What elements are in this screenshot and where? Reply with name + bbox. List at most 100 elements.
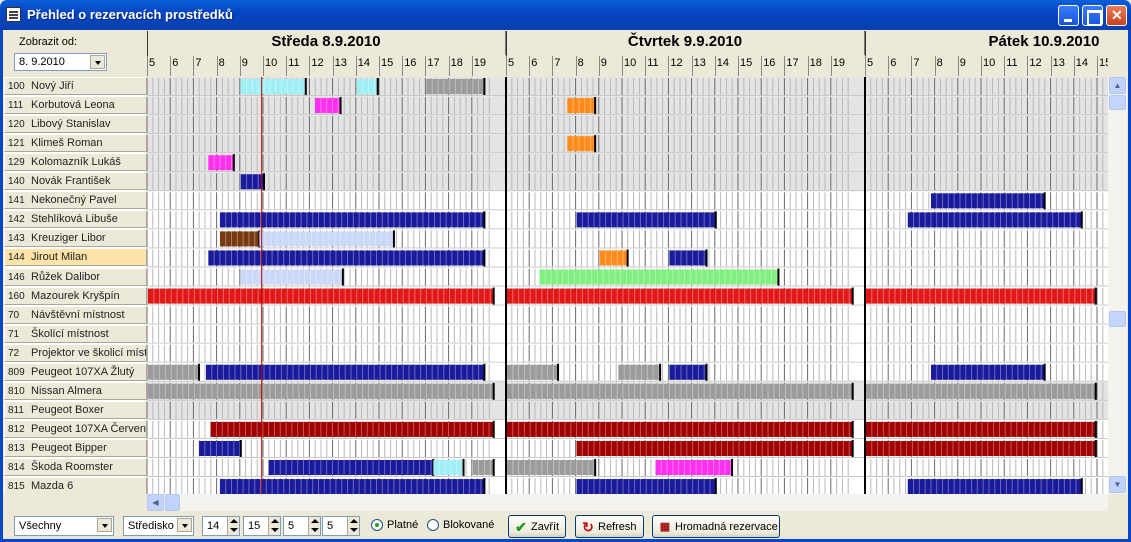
hour-label: 15 xyxy=(740,57,753,69)
resource-row-160[interactable]: 160 Mazourek Kryšpín xyxy=(4,286,147,305)
hour-label: 10 xyxy=(624,57,637,69)
minimize-button[interactable] xyxy=(1058,5,1079,26)
resource-number: 811 xyxy=(8,404,24,416)
resource-name: Růžek Dalibor xyxy=(31,270,101,283)
reservation-bar xyxy=(148,364,200,380)
resource-number: 111 xyxy=(8,100,24,112)
reservation-bar xyxy=(240,79,306,95)
resource-name: Novák František xyxy=(31,175,111,188)
reservation-bar xyxy=(507,364,559,380)
scroll-down-icon[interactable]: ▼ xyxy=(1109,476,1126,493)
resource-name: Peugeot Bipper xyxy=(31,441,107,454)
hour-tick xyxy=(911,56,913,76)
hour-tick xyxy=(738,56,739,76)
hour-tick xyxy=(668,56,670,76)
window-title: Přehled o rezervacích prostředků xyxy=(27,7,233,22)
hour-label: 15 xyxy=(381,57,394,69)
hour-tick xyxy=(784,56,786,76)
reservation-bar xyxy=(576,440,853,456)
resource-number: 121 xyxy=(8,138,25,150)
resource-name: Návštěvní místnost xyxy=(31,308,125,321)
hour-tick xyxy=(598,56,600,76)
hour-label: 11 xyxy=(288,57,300,69)
maximize-button[interactable] xyxy=(1082,5,1103,26)
resource-row-141[interactable]: 141 Nekonečný Pavel xyxy=(4,191,147,210)
resource-row-809[interactable]: 809 Peugeot 107XA Žlutý xyxy=(4,362,147,381)
hour-tick xyxy=(1073,56,1075,76)
resource-row-71[interactable]: 71 Školící místnost xyxy=(4,324,147,343)
timeline-plot[interactable] xyxy=(147,77,1108,494)
hour-label: 14 xyxy=(716,57,730,69)
resource-number: 72 xyxy=(8,347,20,359)
hour-label: 10 xyxy=(983,57,996,69)
scroll-up-icon[interactable]: ▲ xyxy=(1109,77,1126,94)
reservation-bar xyxy=(433,460,464,476)
chevron-down-icon[interactable] xyxy=(90,55,105,69)
resource-row-146[interactable]: 146 Růžek Dalibor xyxy=(4,267,147,286)
resource-number: 71 xyxy=(8,328,20,340)
hour-tick xyxy=(239,56,241,76)
resource-row-70[interactable]: 70 Návštěvní místnost xyxy=(4,305,147,324)
resource-name: Kolomazník Lukáš xyxy=(31,156,121,169)
hour-tick xyxy=(830,56,832,76)
resource-row-140[interactable]: 140 Novák František xyxy=(4,172,147,191)
hour-tick xyxy=(471,56,473,76)
vertical-scroll-thumb-2[interactable] xyxy=(1109,311,1126,327)
hour-tick xyxy=(193,56,195,76)
close-window-button[interactable] xyxy=(1106,5,1127,26)
resource-row-811[interactable]: 811 Peugeot Boxer xyxy=(4,400,147,419)
hour-label: 18 xyxy=(450,57,463,69)
resource-row-121[interactable]: 121 Klimeš Roman xyxy=(4,134,147,153)
reservation-bar xyxy=(219,212,485,228)
resource-row-810[interactable]: 810 Nissan Almera xyxy=(4,381,147,400)
hour-tick xyxy=(645,56,647,76)
hour-tick xyxy=(216,56,218,76)
resource-row-812[interactable]: 812 Peugeot 107XA Červený xyxy=(4,419,147,438)
hour-tick xyxy=(379,56,380,76)
hour-label: 14 xyxy=(357,57,371,69)
resource-number: 144 xyxy=(8,252,25,264)
resource-name: Mazda 6 xyxy=(31,480,74,493)
resource-row-111[interactable]: 111 Korbutová Leona xyxy=(4,96,147,115)
resource-name: Peugeot 107XA Červený xyxy=(31,422,147,435)
reservation-grid: 100 Nový Jiří 111 Korbutová Leona 120 Libový … xyxy=(4,77,1108,494)
hour-label: 15 xyxy=(1099,57,1108,69)
resource-number: 146 xyxy=(8,271,25,283)
hour-label: 19 xyxy=(832,57,846,69)
hour-label: 6 xyxy=(890,57,897,69)
resource-number: 129 xyxy=(8,157,25,169)
hour-tick xyxy=(1004,56,1006,76)
hour-tick xyxy=(332,56,334,76)
resource-row-72[interactable]: 72 Projektor ve školicí místnosti xyxy=(4,343,147,362)
date-filter-select[interactable]: 8. 9.2010 xyxy=(14,53,107,71)
resource-row-129[interactable]: 129 Kolomazník Lukáš xyxy=(4,153,147,172)
resource-row-815[interactable]: 815 Mazda 6 xyxy=(4,477,147,494)
vertical-scroll-thumb[interactable] xyxy=(1109,95,1126,110)
hour-tick xyxy=(402,56,404,76)
hour-label: 8 xyxy=(936,57,943,69)
hour-label: 5 xyxy=(508,57,515,69)
hour-label: 7 xyxy=(195,57,202,69)
resource-name: Nový Jiří xyxy=(31,80,74,92)
resource-number: 813 xyxy=(8,442,25,454)
hour-label: 12 xyxy=(311,57,324,69)
resource-row-814[interactable]: 814 Škoda Roomster xyxy=(4,458,147,476)
resource-row-813[interactable]: 813 Peugeot Bipper xyxy=(4,438,147,457)
resource-row-142[interactable]: 142 Stehlíková Libuše xyxy=(4,210,147,229)
resource-name: Libový Stanislav xyxy=(31,118,111,131)
day-header: Pátek 10.9.2010 xyxy=(865,31,1108,55)
date-filter-value: 8. 9.2010 xyxy=(19,56,65,68)
resource-row-144[interactable]: 144 Jirout Milan xyxy=(4,248,147,267)
hour-label: 8 xyxy=(577,57,584,69)
app-icon xyxy=(6,7,21,22)
hour-label: 8 xyxy=(218,57,225,69)
hour-tick xyxy=(448,56,450,76)
resource-row-143[interactable]: 143 Kreuziger Libor xyxy=(4,229,147,248)
vertical-scrollbar[interactable]: ▲ ▼ xyxy=(1108,77,1127,494)
hour-tick xyxy=(691,56,693,76)
hour-label: 16 xyxy=(404,57,417,69)
resource-row-120[interactable]: 120 Libový Stanislav xyxy=(4,115,147,134)
reservation-bar xyxy=(208,155,234,171)
title-bar: Přehled o rezervacích prostředků xyxy=(0,0,1131,30)
resource-row-100[interactable]: 100 Nový Jiří xyxy=(4,77,147,95)
